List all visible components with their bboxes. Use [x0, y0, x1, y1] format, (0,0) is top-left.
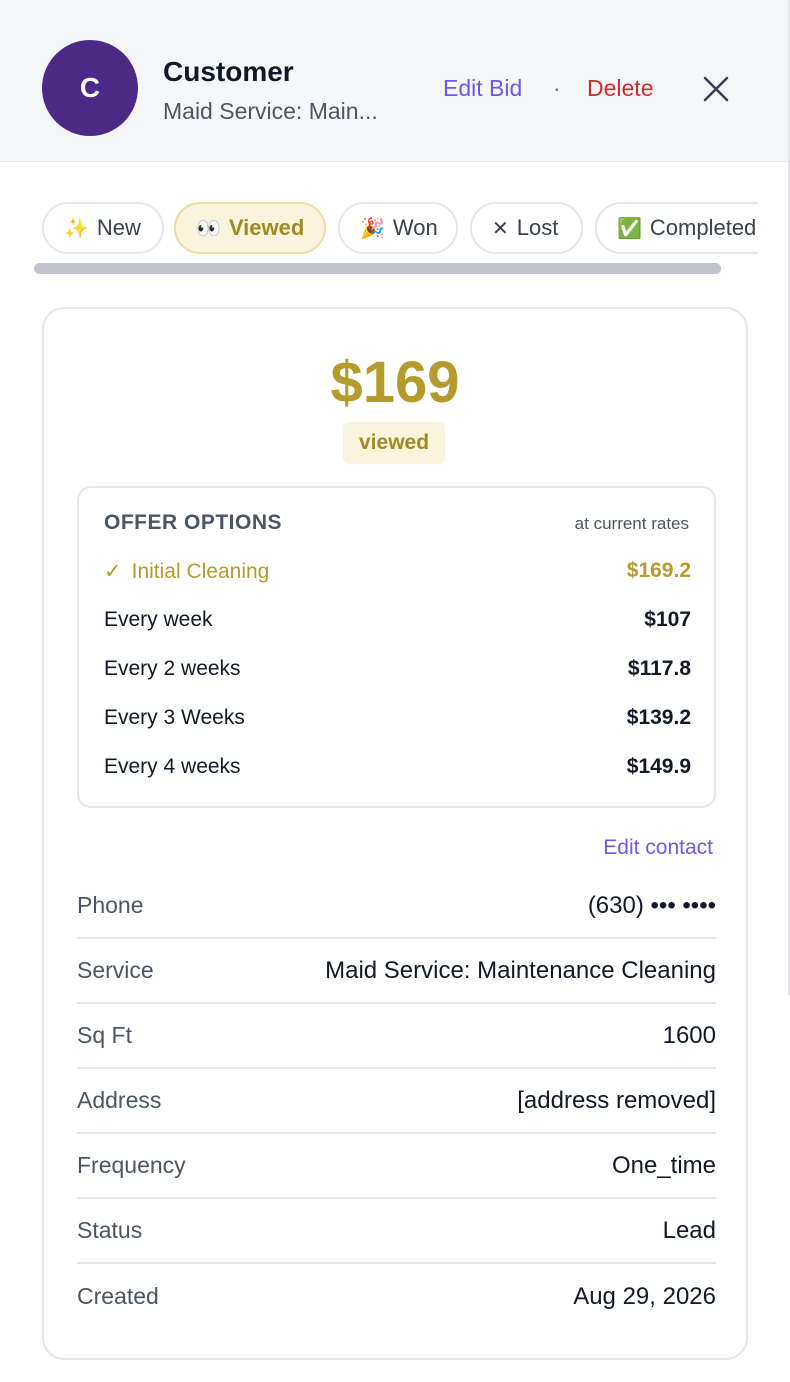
status-chip-label: Lost: [516, 215, 559, 240]
detail-row-status: Status Lead: [77, 1199, 716, 1264]
offer-option-every-2-weeks[interactable]: Every 2 weeks $117.8: [104, 654, 691, 684]
sparkles-icon: ✨: [64, 217, 89, 240]
offer-option-every-4-weeks[interactable]: Every 4 weeks $149.9: [104, 752, 691, 782]
bid-price: $169: [330, 350, 460, 415]
detail-value: Aug 29, 2026: [573, 1282, 716, 1310]
status-chip-won[interactable]: 🎉 Won: [338, 202, 458, 254]
eyes-icon: 👀: [196, 217, 221, 240]
check-icon: ✓: [104, 559, 122, 583]
status-badge: viewed: [343, 422, 446, 464]
detail-value: Lead: [662, 1216, 716, 1244]
offer-label: Every 4 weeks: [104, 755, 241, 778]
detail-label: Frequency: [77, 1152, 186, 1178]
detail-label: Created: [77, 1283, 159, 1309]
offer-label: Initial Cleaning: [131, 559, 270, 583]
detail-label: Service: [77, 957, 154, 983]
status-chip-label: Completed: [649, 215, 757, 240]
offer-price: $107: [644, 608, 691, 631]
status-chip-label: New: [96, 215, 141, 240]
customer-name: Customer: [163, 56, 294, 87]
status-chip-label: Viewed: [228, 215, 305, 240]
edit-bid-link[interactable]: Edit Bid: [443, 75, 522, 102]
detail-label: Sq Ft: [77, 1022, 132, 1048]
detail-value: 1600: [662, 1021, 716, 1049]
offer-price: $139.2: [626, 706, 691, 729]
offer-price: $149.9: [626, 755, 691, 778]
detail-label: Phone: [77, 892, 144, 918]
offer-options-panel: OFFER OPTIONS at current rates ✓ Initial …: [77, 486, 716, 808]
detail-value: [address removed]: [517, 1086, 716, 1114]
detail-label: Address: [77, 1087, 162, 1113]
link-separator: ·: [553, 75, 561, 101]
status-chip-lost[interactable]: ✕ Lost: [470, 202, 583, 254]
status-chip-new[interactable]: ✨ New: [42, 202, 164, 254]
bid-details-card: $169 viewed OFFER OPTIONS at current rat…: [42, 307, 748, 1360]
offer-label: Every 3 Weeks: [104, 706, 245, 729]
avatar: C: [42, 40, 138, 136]
detail-value: Maid Service: Maintenance Cleaning: [325, 956, 716, 984]
detail-row-address: Address [address removed]: [77, 1069, 716, 1134]
detail-row-service: Service Maid Service: Maintenance Cleani…: [77, 939, 716, 1004]
detail-row-sq-ft: Sq Ft 1600: [77, 1004, 716, 1069]
detail-value: (630) ••• ••••: [587, 891, 716, 919]
detail-row-created: Created Aug 29, 2026: [77, 1264, 716, 1329]
check-mark-icon: ✅: [617, 217, 642, 240]
offer-option-every-3-weeks[interactable]: Every 3 Weeks $139.2: [104, 703, 691, 733]
status-chip-label: Won: [392, 215, 438, 240]
offer-label: Every 2 weeks: [104, 657, 241, 680]
delete-link[interactable]: Delete: [587, 75, 653, 102]
detail-value: One_time: [611, 1151, 716, 1179]
offer-label: Every week: [104, 608, 213, 631]
detail-row-phone: Phone (630) ••• ••••: [77, 874, 716, 939]
status-chip-completed[interactable]: ✅ Completed: [595, 202, 758, 254]
offer-option-initial-cleaning[interactable]: ✓ Initial Cleaning $169.2: [104, 556, 691, 586]
bid-header: C Customer Maid Service: Main... Edit Bi…: [0, 0, 788, 162]
offer-options-note: at current rates: [574, 514, 689, 533]
offer-options-title: OFFER OPTIONS: [104, 511, 283, 534]
edit-contact-link[interactable]: Edit contact: [603, 836, 713, 860]
offer-label-wrap: ✓ Initial Cleaning: [104, 559, 269, 584]
offer-option-every-week[interactable]: Every week $107: [104, 605, 691, 635]
close-icon[interactable]: [703, 76, 729, 102]
x-mark-icon: ✕: [492, 217, 509, 240]
offer-price: $117.8: [627, 657, 691, 680]
chip-bar-scrollbar[interactable]: [34, 263, 721, 274]
offer-price: $169.2: [626, 559, 691, 582]
detail-row-frequency: Frequency One_time: [77, 1134, 716, 1199]
detail-label: Status: [77, 1217, 143, 1243]
party-popper-icon: 🎉: [360, 217, 385, 240]
status-chip-viewed[interactable]: 👀 Viewed: [174, 202, 326, 254]
status-chip-bar: ✨ New 👀 Viewed 🎉 Won ✕ Lost ✅ Completed: [40, 200, 758, 256]
customer-subtitle: Maid Service: Main...: [163, 98, 378, 124]
